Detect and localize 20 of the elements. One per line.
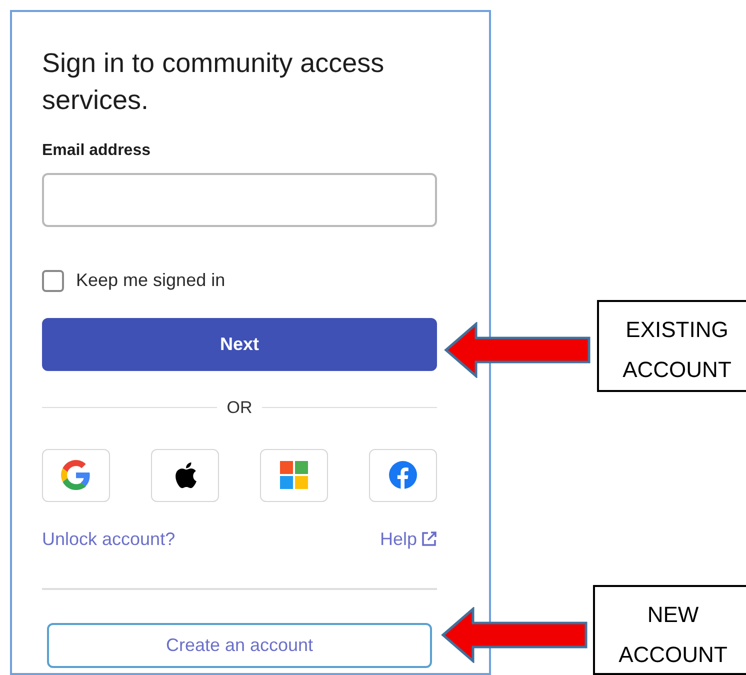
unlock-account-link[interactable]: Unlock account? xyxy=(42,526,176,552)
facebook-sign-in-button[interactable] xyxy=(369,448,437,502)
microsoft-sign-in-button[interactable] xyxy=(260,448,328,502)
separator-text: OR xyxy=(226,397,252,419)
external-link-icon xyxy=(421,531,437,547)
callout-text: EXISTING ACCOUNT xyxy=(622,316,732,384)
create-account-button[interactable]: Create an account xyxy=(47,622,432,668)
apple-sign-in-button[interactable] xyxy=(151,448,219,502)
page-heading: Sign in to community access services. xyxy=(42,47,386,117)
email-input-field[interactable] xyxy=(42,173,437,227)
next-button[interactable]: Next xyxy=(42,318,437,371)
checkbox[interactable] xyxy=(42,270,64,292)
google-sign-in-button[interactable] xyxy=(42,448,110,502)
help-link[interactable]: Help xyxy=(380,526,417,552)
facebook-logo-icon xyxy=(389,461,417,489)
google-logo-icon xyxy=(61,460,91,490)
field-label: Email address xyxy=(42,141,152,161)
callout-text: NEW ACCOUNT xyxy=(618,601,728,669)
checkbox-label: Keep me signed in xyxy=(76,269,226,292)
microsoft-logo-icon xyxy=(280,461,308,489)
